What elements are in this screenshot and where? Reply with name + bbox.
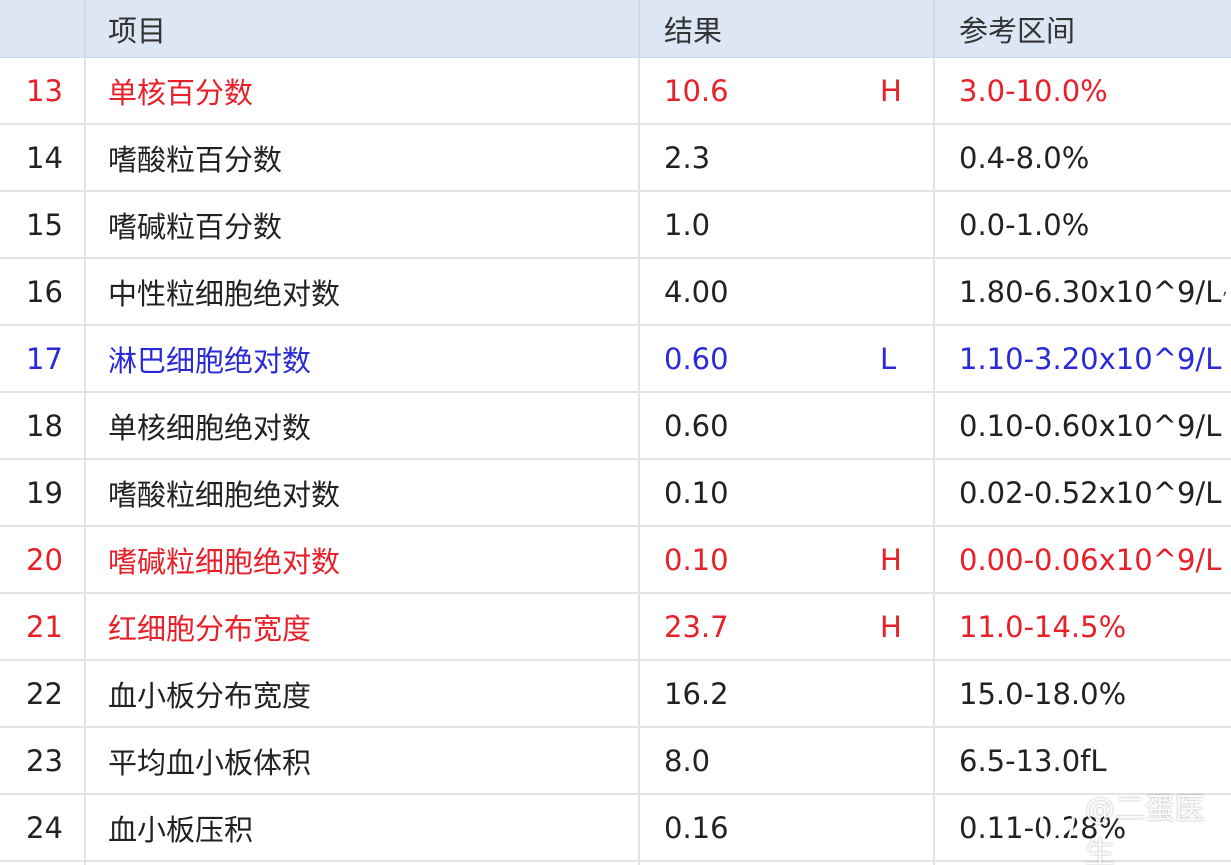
test-result: 2.3 (664, 140, 711, 175)
reference-range: 11.0-14.5% (959, 609, 1127, 644)
table-row: 14 嗜酸粒百分数 2.3 0.4-8.0% (0, 125, 1231, 192)
reference-range: 0.11-0.28% (959, 810, 1127, 845)
table-row: 22 血小板分布宽度 16.2 15.0-18.0% (0, 661, 1231, 728)
result-flag: H (880, 609, 902, 644)
reference-range: 6.5-13.0fL (959, 743, 1107, 778)
test-result: 0.60 (664, 408, 729, 443)
reference-range: 0.00-0.06x10^9/L (959, 542, 1222, 577)
header-divider (638, 0, 640, 58)
table-row: 24 血小板压积 0.16 0.11-0.28% (0, 795, 1231, 862)
header-divider (84, 0, 86, 58)
test-name: 血小板压积 (108, 812, 254, 847)
cut-off-mark: , (1222, 278, 1228, 299)
reference-range: 0.0-1.0% (959, 207, 1090, 242)
test-name: 嗜酸粒百分数 (108, 142, 283, 177)
row-number: 21 (26, 609, 63, 644)
result-flag: H (880, 542, 902, 577)
table-row: 20 嗜碱粒细胞绝对数 0.10 H 0.00-0.06x10^9/L (0, 527, 1231, 594)
result-flag: L (880, 341, 897, 376)
header-item: 项目 (108, 13, 167, 48)
reference-range: 0.4-8.0% (959, 140, 1090, 175)
row-number: 23 (26, 743, 63, 778)
result-flag: H (880, 73, 902, 108)
test-name: 血小板分布宽度 (108, 678, 312, 713)
reference-range: 1.10-3.20x10^9/L (959, 341, 1222, 376)
test-result: 10.6 (664, 73, 729, 108)
test-name: 单核百分数 (108, 75, 254, 110)
table-row: 21 红细胞分布宽度 23.7 H 11.0-14.5% (0, 594, 1231, 661)
row-number: 18 (26, 408, 63, 443)
reference-range: 3.0-10.0% (959, 73, 1108, 108)
test-result: 1.0 (664, 207, 711, 242)
column-divider (638, 0, 640, 865)
test-result: 23.7 (664, 609, 729, 644)
table-row: 19 嗜酸粒细胞绝对数 0.10 0.02-0.52x10^9/L (0, 460, 1231, 527)
test-name: 淋巴细胞绝对数 (108, 343, 312, 378)
test-name: 平均血小板体积 (108, 745, 312, 780)
column-divider (933, 0, 935, 865)
header-divider (933, 0, 935, 58)
test-name: 嗜碱粒百分数 (108, 209, 283, 244)
table-row: 18 单核细胞绝对数 0.60 0.10-0.60x10^9/L (0, 393, 1231, 460)
header-result: 结果 (664, 13, 723, 48)
test-result: 0.10 (664, 475, 729, 510)
test-result: 0.60 (664, 341, 729, 376)
test-name: 单核细胞绝对数 (108, 410, 312, 445)
test-name: 嗜碱粒细胞绝对数 (108, 544, 341, 579)
row-number: 14 (26, 140, 63, 175)
row-number: 19 (26, 475, 63, 510)
test-name: 嗜酸粒细胞绝对数 (108, 477, 341, 512)
test-result: 8.0 (664, 743, 711, 778)
row-number: 20 (26, 542, 63, 577)
row-number: 22 (26, 676, 63, 711)
table-row: 23 平均血小板体积 8.0 6.5-13.0fL (0, 728, 1231, 795)
row-number: 24 (26, 810, 63, 845)
test-result: 0.16 (664, 810, 729, 845)
reference-range: 1.80-6.30x10^9/L (959, 274, 1222, 309)
row-number: 15 (26, 207, 63, 242)
table-row: 13 单核百分数 10.6 H 3.0-10.0% (0, 58, 1231, 125)
table-header: 项目 结果 参考区间 (0, 0, 1231, 58)
reference-range: 15.0-18.0% (959, 676, 1127, 711)
header-reference: 参考区间 (959, 13, 1076, 48)
reference-range: 0.10-0.60x10^9/L (959, 408, 1222, 443)
test-result: 16.2 (664, 676, 729, 711)
column-divider (84, 0, 86, 865)
test-result: 4.00 (664, 274, 729, 309)
test-result: 0.10 (664, 542, 729, 577)
table-row: 15 嗜碱粒百分数 1.0 0.0-1.0% (0, 192, 1231, 259)
row-number: 17 (26, 341, 63, 376)
table-row: 17 淋巴细胞绝对数 0.60 L 1.10-3.20x10^9/L (0, 326, 1231, 393)
test-name: 中性粒细胞绝对数 (108, 276, 341, 311)
row-number: 13 (26, 73, 63, 108)
row-number: 16 (26, 274, 63, 309)
test-name: 红细胞分布宽度 (108, 611, 312, 646)
lab-results-table: 项目 结果 参考区间 13 单核百分数 10.6 H 3.0-10.0% 14 嗜酸粒百分数… (0, 0, 1231, 865)
reference-range: 0.02-0.52x10^9/L (959, 475, 1222, 510)
table-row: 16 中性粒细胞绝对数 4.00 1.80-6.30x10^9/L (0, 259, 1231, 326)
